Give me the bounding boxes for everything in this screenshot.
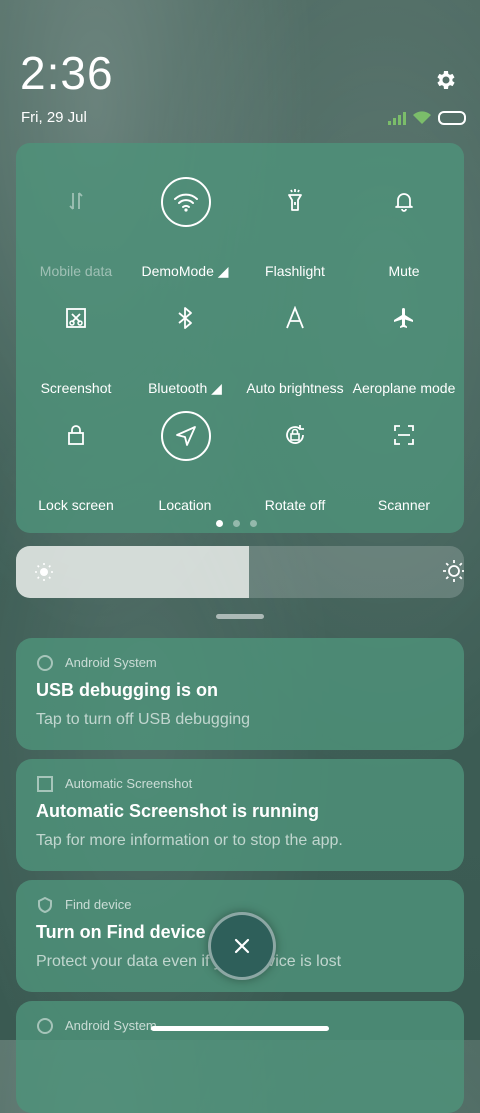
clear-all-button[interactable] [208, 912, 276, 980]
bluetooth-icon [161, 294, 209, 342]
tile-flashlight[interactable]: Flashlight [240, 167, 350, 279]
tile-label: Aeroplane mode [352, 380, 456, 396]
notification-title: USB debugging is on [36, 680, 218, 700]
auto-brightness-icon [271, 294, 319, 342]
notification-body: Protect your data even if your device is… [36, 953, 342, 970]
tile-rotate[interactable]: Rotate off [240, 401, 350, 513]
android-icon [37, 655, 53, 671]
screenshot-icon [52, 294, 100, 342]
tile-aeroplane-mode[interactable]: Aeroplane mode [349, 284, 459, 396]
tile-scanner[interactable]: Scanner [349, 401, 459, 513]
airplane-icon [380, 294, 428, 342]
clock: 2:36 [20, 47, 114, 99]
notification-app-name: Android System [65, 1018, 157, 1033]
tile-location[interactable]: Location [130, 401, 240, 513]
notification-usb-debugging[interactable]: Android System USB debugging is on Tap t… [16, 638, 464, 750]
close-icon [234, 938, 250, 954]
status-icons [388, 108, 466, 128]
lock-icon [52, 411, 100, 459]
drag-handle[interactable] [216, 614, 264, 619]
signal-icon [388, 111, 406, 125]
status-bar: 2:36 Fri, 29 Jul [0, 0, 480, 140]
page-indicator [216, 520, 257, 527]
bell-icon [380, 177, 428, 225]
tile-mute[interactable]: Mute [349, 167, 459, 279]
date: Fri, 29 Jul [21, 109, 87, 126]
tile-label: Mute [388, 263, 420, 279]
notification-android-system[interactable]: Android System [16, 1001, 464, 1113]
notification-auto-screenshot[interactable]: Automatic Screenshot Automatic Screensho… [16, 759, 464, 871]
brightness-low-icon [35, 563, 53, 581]
rotate-icon [271, 411, 319, 459]
page-dot [233, 520, 240, 527]
notification-app-name: Find device [65, 897, 132, 912]
tile-bluetooth[interactable]: Bluetooth ◢ [130, 284, 240, 396]
notification-app-name: Android System [65, 655, 157, 670]
notification-title: Automatic Screenshot is running [36, 801, 320, 821]
flashlight-icon [271, 177, 319, 225]
tile-wifi[interactable]: DemoMode ◢ [130, 167, 240, 279]
page-dot [216, 520, 223, 527]
brightness-high-icon [443, 560, 464, 582]
tile-mobile-data[interactable]: Mobile data [21, 167, 131, 279]
tile-auto-brightness[interactable]: Auto brightness [240, 284, 350, 396]
brightness-slider[interactable] [16, 546, 464, 598]
notification-app-name: Automatic Screenshot [65, 776, 193, 791]
mobile-data-icon [52, 177, 100, 225]
page-dot [250, 520, 257, 527]
tile-lock-screen[interactable]: Lock screen [21, 401, 131, 513]
battery-icon [438, 111, 466, 125]
notification-body: Tap to turn off USB debugging [36, 711, 251, 728]
notification-title: Turn on Find device [36, 922, 206, 942]
wifi-icon [161, 177, 211, 227]
notification-body: Tap for more information or to stop the … [36, 832, 343, 849]
android-icon [37, 1018, 53, 1034]
find-device-icon [38, 896, 52, 914]
tile-label: Scanner [377, 497, 431, 513]
gear-icon[interactable] [430, 64, 462, 96]
screenshot-app-icon [37, 776, 53, 792]
quick-settings-panel: Mobile data DemoMode ◢ Flashlight Mute S… [16, 143, 464, 533]
scanner-icon [380, 411, 428, 459]
wifi-status-icon [413, 111, 431, 124]
home-indicator[interactable] [151, 1026, 329, 1031]
tile-screenshot[interactable]: Screenshot [21, 284, 131, 396]
location-icon [161, 411, 211, 461]
